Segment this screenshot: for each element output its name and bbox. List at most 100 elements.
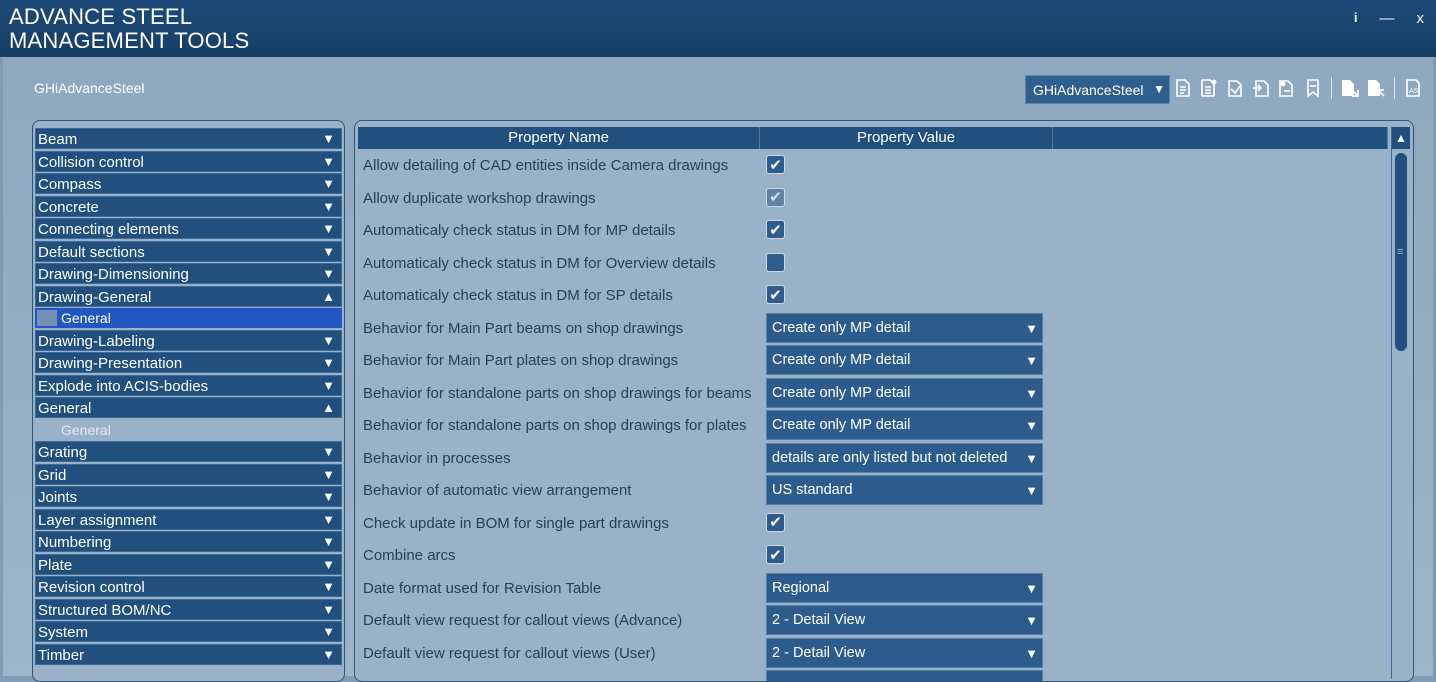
chevron-down-icon: ▼ bbox=[1025, 418, 1038, 433]
checkmark-icon: ✔ bbox=[769, 156, 782, 174]
as-icon[interactable]: AS bbox=[1403, 77, 1423, 99]
property-name: Automaticaly check status in DM for Over… bbox=[363, 254, 716, 272]
close-button[interactable]: x bbox=[1417, 10, 1425, 27]
category-label: Structured BOM/NC bbox=[38, 601, 172, 619]
category-label: Revision control bbox=[38, 579, 145, 596]
export-icon[interactable] bbox=[1277, 77, 1297, 99]
property-row: Automaticaly check status in DM for SP d… bbox=[358, 279, 1388, 312]
property-dropdown[interactable]: Create only MP detail ▼ bbox=[766, 345, 1043, 375]
property-row: Behavior of automatic view arrangement US… bbox=[358, 474, 1388, 507]
bookmark-icon[interactable] bbox=[1303, 77, 1323, 99]
category-item[interactable]: Explode into ACIS-bodies ▼ bbox=[35, 374, 342, 396]
main-area: GHiAdvanceSteel GHiAdvanceSteel ▼ AS Bea… bbox=[3, 57, 1433, 682]
info-button[interactable]: i bbox=[1354, 10, 1358, 27]
chevron-down-icon: ▼ bbox=[322, 131, 335, 146]
chevron-down-icon: ▼ bbox=[1025, 645, 1038, 661]
checkmark-icon: ✔ bbox=[769, 286, 782, 304]
chevron-down-icon: ▼ bbox=[1025, 613, 1038, 628]
category-item[interactable]: Drawing-Dimensioning ▼ bbox=[35, 263, 342, 284]
property-dropdown[interactable]: US standard ▼ bbox=[766, 475, 1043, 505]
category-item[interactable]: Drawing-Presentation ▼ bbox=[35, 352, 342, 373]
copy-profile-icon[interactable] bbox=[1199, 77, 1219, 99]
property-row: Default view request for callout views (… bbox=[358, 604, 1388, 637]
app-title-line1: ADVANCE STEEL bbox=[9, 4, 193, 29]
category-item[interactable]: Collision control ▼ bbox=[35, 150, 342, 172]
upload-icon[interactable] bbox=[1340, 77, 1360, 99]
chevron-down-icon: ▼ bbox=[1025, 450, 1038, 466]
property-checkbox[interactable]: ✔ bbox=[766, 155, 785, 174]
import-icon[interactable] bbox=[1251, 77, 1271, 99]
category-item[interactable]: Beam ▼ bbox=[35, 128, 342, 149]
property-dropdown[interactable] bbox=[766, 670, 1043, 681]
category-item[interactable]: Structured BOM/NC ▼ bbox=[35, 598, 342, 620]
vertical-scrollbar[interactable]: ▲ ≡ bbox=[1391, 127, 1410, 679]
category-label: Default sections bbox=[38, 243, 145, 261]
category-label: General bbox=[38, 400, 92, 417]
property-dropdown[interactable]: Create only MP detail ▼ bbox=[766, 312, 1043, 343]
minimize-button[interactable]: — bbox=[1380, 10, 1395, 27]
chevron-down-icon: ▼ bbox=[322, 221, 335, 236]
scroll-up-button[interactable]: ▲ bbox=[1392, 127, 1410, 149]
checkmark-icon: ✔ bbox=[769, 221, 782, 239]
chevron-down-icon: ▼ bbox=[322, 556, 335, 572]
new-profile-icon[interactable] bbox=[1173, 77, 1193, 99]
category-item[interactable]: Drawing-General ▲ bbox=[35, 285, 342, 307]
download-icon[interactable] bbox=[1366, 77, 1386, 99]
grid-header: Property Name Property Value bbox=[358, 127, 1388, 149]
category-item[interactable]: Concrete ▼ bbox=[35, 195, 342, 217]
chevron-down-icon: ▼ bbox=[1153, 82, 1165, 96]
property-dropdown[interactable]: 2 - Detail View ▼ bbox=[766, 637, 1043, 668]
category-item[interactable]: Layer assignment ▼ bbox=[35, 508, 342, 530]
property-name: Allow detailing of CAD entities inside C… bbox=[363, 157, 729, 174]
property-checkbox[interactable]: ✔ bbox=[766, 187, 785, 207]
category-item[interactable]: System ▼ bbox=[35, 621, 342, 642]
property-name: Automaticaly check status in DM for MP d… bbox=[363, 222, 676, 239]
category-label: Layer assignment bbox=[38, 511, 157, 529]
category-item[interactable]: Timber ▼ bbox=[35, 643, 342, 665]
chevron-down-icon: ▼ bbox=[322, 332, 335, 348]
toolbar-separator bbox=[1394, 77, 1395, 99]
property-checkbox[interactable]: ✔ bbox=[766, 220, 785, 239]
category-item[interactable]: General ▲ bbox=[35, 397, 342, 418]
category-item[interactable]: Grid ▼ bbox=[35, 463, 342, 485]
category-label: Grid bbox=[38, 466, 67, 484]
rename-profile-icon[interactable] bbox=[1225, 77, 1245, 99]
scroll-thumb[interactable]: ≡ bbox=[1395, 153, 1407, 351]
subcategory-item[interactable]: General bbox=[35, 308, 342, 328]
chevron-down-icon: ▼ bbox=[322, 534, 335, 549]
category-item[interactable]: Drawing-Labeling ▼ bbox=[35, 329, 342, 351]
property-dropdown[interactable]: Create only MP detail ▼ bbox=[766, 410, 1043, 440]
property-row: Default view request for callout views (… bbox=[358, 637, 1388, 670]
category-item[interactable]: Grating ▼ bbox=[35, 441, 342, 462]
property-dropdown-value: 2 - Detail View bbox=[772, 612, 866, 628]
category-item[interactable]: Joints ▼ bbox=[35, 486, 342, 507]
chevron-down-icon: ▼ bbox=[322, 243, 335, 259]
property-row: Combine arcs ✔ bbox=[358, 539, 1388, 572]
property-dropdown[interactable]: 2 - Detail View ▼ bbox=[766, 605, 1043, 635]
category-item[interactable]: Connecting elements ▼ bbox=[35, 218, 342, 239]
category-item[interactable]: Plate ▼ bbox=[35, 553, 342, 575]
category-item[interactable]: Numbering ▼ bbox=[35, 531, 342, 552]
property-name: Default view request for callout views (… bbox=[363, 644, 656, 662]
property-name: Automaticaly check status in DM for SP d… bbox=[363, 287, 673, 304]
column-header-property-name[interactable]: Property Name bbox=[358, 127, 760, 149]
chevron-up-icon: ▲ bbox=[322, 288, 335, 304]
property-checkbox[interactable] bbox=[766, 252, 785, 272]
property-checkbox[interactable]: ✔ bbox=[766, 512, 785, 532]
property-row: Allow detailing of CAD entities inside C… bbox=[358, 149, 1388, 182]
category-label: Numbering bbox=[38, 534, 112, 551]
property-row: Allow duplicate workshop drawings ✔ bbox=[358, 182, 1388, 215]
profile-label: GHiAdvanceSteel bbox=[34, 80, 145, 96]
property-dropdown[interactable]: Create only MP detail ▼ bbox=[766, 377, 1043, 408]
property-dropdown[interactable]: Regional ▼ bbox=[766, 572, 1043, 603]
subcategory-item[interactable]: General bbox=[35, 420, 342, 440]
property-dropdown[interactable]: details are only listed but not deleted ▼ bbox=[766, 442, 1043, 473]
profile-select[interactable]: GHiAdvanceSteel ▼ bbox=[1025, 75, 1170, 104]
category-item[interactable]: Default sections ▼ bbox=[35, 240, 342, 262]
checkmark-icon: ✔ bbox=[769, 546, 782, 564]
category-item[interactable]: Revision control ▼ bbox=[35, 576, 342, 597]
property-checkbox[interactable]: ✔ bbox=[766, 285, 785, 304]
property-checkbox[interactable]: ✔ bbox=[766, 545, 785, 564]
category-item[interactable]: Compass ▼ bbox=[35, 173, 342, 194]
column-header-property-value[interactable]: Property Value bbox=[760, 127, 1053, 149]
